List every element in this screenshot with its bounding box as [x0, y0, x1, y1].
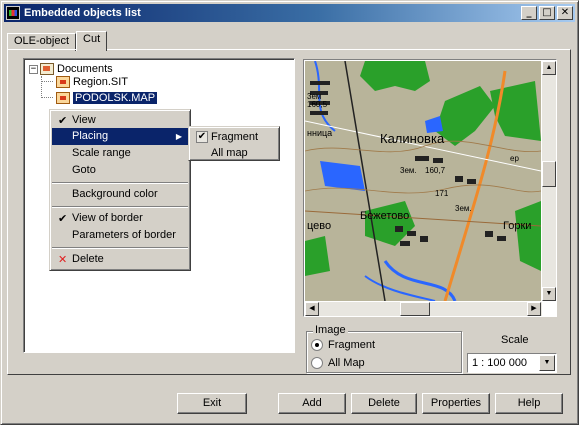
radio-label: All Map	[328, 357, 365, 369]
window-title: Embedded objects list	[24, 7, 141, 19]
image-groupbox: Image Fragment All Map	[306, 324, 462, 373]
menu-separator	[52, 182, 188, 184]
map-image: Калиновка Бежетово цево Горки нница 3ем …	[305, 61, 541, 301]
scale-value: 1 : 100 000	[472, 357, 528, 369]
menu-item-placing[interactable]: Placing ▶	[52, 128, 188, 145]
tree-item-label: Region.SIT	[73, 76, 129, 88]
tree-connector	[41, 81, 53, 82]
main-window: Embedded objects list _ □ ✕ OLE-object C…	[0, 0, 579, 425]
properties-button[interactable]: Properties	[422, 393, 490, 414]
map-label-ep: ер	[510, 154, 519, 163]
radio-fragment[interactable]: Fragment	[311, 338, 375, 352]
menu-separator	[52, 206, 188, 208]
map-label-bezhetovo: Бежетово	[360, 210, 409, 222]
menu-label: View	[72, 114, 96, 126]
check-icon: ✔	[196, 131, 208, 143]
menu-item-scale-range[interactable]: Scale range	[52, 145, 188, 162]
map-file-icon	[56, 92, 70, 104]
menu-label: Parameters of border	[72, 229, 176, 241]
map-label-tsevo: цево	[307, 220, 331, 232]
app-icon	[6, 6, 20, 20]
menu-item-view-of-border[interactable]: ✔ View of border	[52, 210, 188, 227]
minimize-button[interactable]: _	[521, 6, 537, 20]
tree-connector	[41, 76, 42, 98]
submenu-arrow-icon: ▶	[175, 132, 182, 141]
delete-button[interactable]: Delete	[351, 393, 417, 414]
menu-label: Background color	[72, 188, 158, 200]
menu-label: View of border	[72, 212, 143, 224]
check-icon: ✔	[58, 212, 68, 225]
map-label-elevation: 160,7	[425, 166, 446, 175]
menu-item-view[interactable]: ✔ View	[52, 112, 188, 129]
menu-label: All map	[211, 147, 248, 159]
maximize-button[interactable]: □	[539, 6, 555, 20]
tree-item-region-sit[interactable]: Region.SIT	[56, 75, 128, 89]
tree-item-documents[interactable]: − Documents	[29, 62, 113, 76]
tree-item-podolsk-map[interactable]: PODOLSK.MAP	[56, 91, 159, 105]
radio-icon[interactable]	[311, 357, 323, 369]
submenu-item-fragment[interactable]: ✔ Fragment	[191, 129, 277, 146]
close-button[interactable]: ✕	[557, 6, 573, 20]
scroll-thumb[interactable]	[542, 161, 556, 187]
scale-dropdown[interactable]: 1 : 100 000 ▼	[467, 353, 557, 373]
radio-all-map[interactable]: All Map	[311, 356, 365, 370]
map-label-zem: 3ем.	[400, 166, 417, 175]
tree-connector	[41, 97, 53, 98]
scroll-up-icon[interactable]: ▲	[542, 61, 556, 75]
menu-separator	[52, 247, 188, 249]
menu-label: Fragment	[211, 131, 259, 143]
scroll-right-icon[interactable]: ▶	[527, 302, 541, 316]
scroll-left-icon[interactable]: ◀	[305, 302, 319, 316]
image-group-title: Image	[313, 324, 348, 336]
tab-strip: OLE-object Cut	[7, 31, 108, 51]
map-horizontal-scrollbar[interactable]: ◀ ▶	[305, 302, 542, 316]
help-button[interactable]: Help	[495, 393, 563, 414]
radio-icon[interactable]	[311, 339, 323, 351]
placing-submenu: ✔ Fragment All map	[188, 126, 280, 161]
menu-item-delete[interactable]: ✕ Delete	[52, 251, 188, 268]
menu-item-parameters-of-border[interactable]: Parameters of border	[52, 227, 188, 244]
tree-item-label: Documents	[57, 63, 113, 75]
exit-button[interactable]: Exit	[177, 393, 247, 414]
tree-item-label: PODOLSK.MAP	[71, 91, 159, 105]
map-preview[interactable]: Калиновка Бежетово цево Горки нница 3ем …	[305, 61, 541, 301]
folder-icon	[40, 63, 54, 75]
collapse-icon[interactable]: −	[29, 64, 38, 74]
map-label-elevation: 160,5	[307, 100, 328, 109]
context-menu: ✔ View Placing ▶ Scale range Goto Backgr…	[49, 109, 191, 271]
map-file-icon	[56, 76, 70, 88]
menu-label: Placing	[72, 130, 109, 142]
chevron-down-icon[interactable]: ▼	[539, 355, 555, 371]
map-label-kalinovka: Калиновка	[380, 131, 445, 146]
map-label-nnitsa: нница	[307, 128, 332, 138]
check-icon: ✔	[58, 114, 68, 127]
delete-x-icon: ✕	[58, 253, 68, 266]
menu-item-goto[interactable]: Goto	[52, 162, 188, 179]
map-vertical-scrollbar[interactable]: ▲ ▼	[542, 61, 556, 301]
map-label-zem: 3ем.	[455, 204, 472, 213]
menu-label: Scale range	[72, 147, 131, 159]
map-preview-frame: Калиновка Бежетово цево Горки нница 3ем …	[303, 59, 557, 317]
menu-label: Goto	[72, 164, 96, 176]
map-label-gorki: Горки	[503, 220, 531, 232]
menu-item-background-color[interactable]: Background color	[52, 186, 188, 203]
tab-cut[interactable]: Cut	[76, 31, 108, 51]
scale-label: Scale	[501, 334, 529, 346]
menu-label: Delete	[72, 253, 104, 265]
scroll-down-icon[interactable]: ▼	[542, 287, 556, 301]
title-bar[interactable]: Embedded objects list _ □ ✕	[4, 4, 575, 22]
map-label-elevation: 171	[435, 189, 449, 198]
scroll-thumb[interactable]	[400, 302, 430, 316]
radio-label: Fragment	[328, 339, 376, 351]
submenu-item-all-map[interactable]: All map	[191, 145, 277, 162]
add-button[interactable]: Add	[278, 393, 346, 414]
